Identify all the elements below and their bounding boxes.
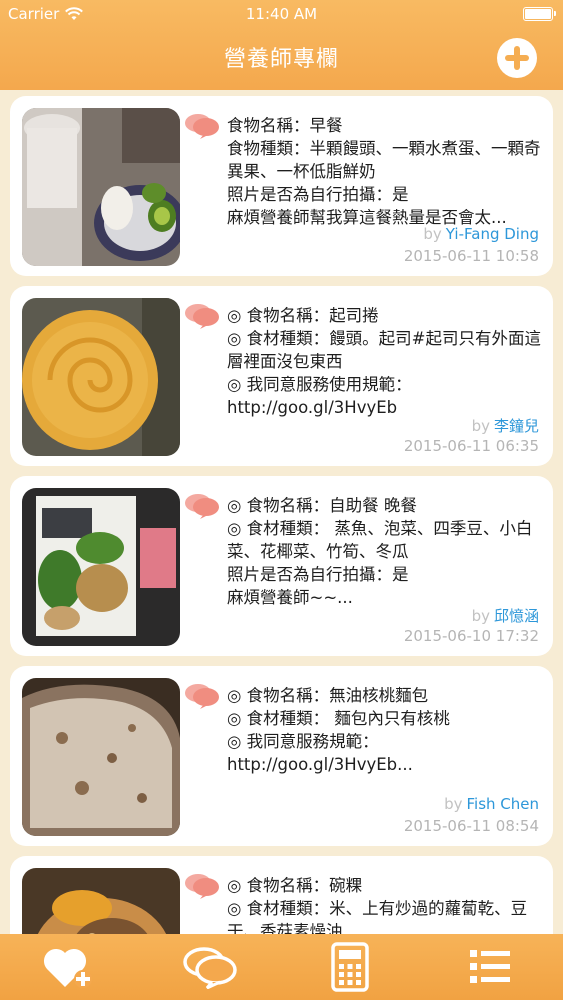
plus-icon	[505, 46, 529, 70]
calculator-icon	[331, 942, 369, 992]
tab-bar	[0, 934, 563, 1000]
food-photo[interactable]	[22, 678, 180, 836]
post-card[interactable]: ◎ 食物名稱：無油核桃麵包 ◎ 食材種類： 麵包內只有核桃 ◎ 我同意服務規範：…	[10, 666, 553, 846]
comment-icon	[185, 494, 219, 519]
comment-icon	[185, 684, 219, 709]
post-card[interactable]: ◎ 食物名稱：碗粿 ◎ 食材種類：米、上有炒過的蘿蔔乾、豆干、香菇素燥油	[10, 856, 553, 934]
post-card[interactable]: ◎ 食物名稱：起司捲 ◎ 食材種類：饅頭。起司#起司只有外面這層裡面沒包東西 ◎…	[10, 286, 553, 466]
comment-icon	[185, 304, 219, 329]
by-label: by	[471, 417, 490, 435]
list-icon	[470, 950, 510, 983]
food-photo[interactable]	[22, 108, 180, 266]
post-date: 2015-06-11 10:58	[403, 247, 539, 265]
comment-icon	[185, 874, 219, 899]
by-label: by	[423, 225, 442, 243]
tab-list[interactable]	[460, 941, 520, 993]
heart-plus-icon	[43, 948, 92, 988]
tab-messages[interactable]	[180, 941, 240, 993]
battery-icon	[523, 7, 556, 21]
food-photo[interactable]	[22, 868, 180, 934]
status-bar: Carrier 11:40 AM	[0, 0, 563, 28]
author-line: by Fish Chen	[444, 795, 539, 813]
author-line: by Yi-Fang Ding	[423, 225, 539, 243]
by-label: by	[444, 795, 463, 813]
post-date: 2015-06-11 06:35	[403, 437, 539, 455]
post-list[interactable]: 食物名稱：早餐 食物種類：半顆饅頭、一顆水煮蛋、一顆奇異果、一杯低脂鮮奶 照片是…	[10, 96, 553, 934]
author-line: by 邱憶涵	[472, 605, 539, 626]
comment-icon	[185, 114, 219, 139]
post-card[interactable]: ◎ 食物名稱：自助餐 晚餐 ◎ 食材種類： 蒸魚、泡菜、四季豆、小白菜、花椰菜、…	[10, 476, 553, 656]
post-card[interactable]: 食物名稱：早餐 食物種類：半顆饅頭、一顆水煮蛋、一顆奇異果、一杯低脂鮮奶 照片是…	[10, 96, 553, 276]
post-description: ◎ 食物名稱：碗粿 ◎ 食材種類：米、上有炒過的蘿蔔乾、豆干、香菇素燥油	[227, 876, 528, 934]
add-post-button[interactable]	[497, 38, 537, 78]
navigation-header: Carrier 11:40 AM 營養師專欄	[0, 0, 563, 90]
author-link[interactable]: 李鐘兒	[494, 417, 539, 435]
post-description: ◎ 食物名稱：自助餐 晚餐 ◎ 食材種類： 蒸魚、泡菜、四季豆、小白菜、花椰菜、…	[227, 496, 533, 607]
by-label: by	[471, 607, 490, 625]
tab-favorites[interactable]	[38, 941, 98, 993]
tab-calculator[interactable]	[320, 941, 380, 993]
author-link[interactable]: Fish Chen	[466, 795, 539, 813]
food-photo[interactable]	[22, 488, 180, 646]
post-date: 2015-06-10 17:32	[403, 627, 539, 645]
author-link[interactable]: Yi-Fang Ding	[446, 225, 539, 243]
author-line: by 李鐘兒	[472, 415, 539, 436]
post-date: 2015-06-11 08:54	[403, 817, 539, 835]
author-link[interactable]: 邱憶涵	[494, 607, 539, 625]
status-time: 11:40 AM	[245, 5, 318, 23]
post-description: ◎ 食物名稱：起司捲 ◎ 食材種類：饅頭。起司#起司只有外面這層裡面沒包東西 ◎…	[227, 306, 541, 417]
post-description: ◎ 食物名稱：無油核桃麵包 ◎ 食材種類： 麵包內只有核桃 ◎ 我同意服務規範：…	[227, 686, 450, 774]
page-title: 營養師專欄	[223, 47, 339, 72]
food-photo[interactable]	[22, 298, 180, 456]
chat-bubbles-icon	[183, 947, 237, 989]
post-description: 食物名稱：早餐 食物種類：半顆饅頭、一顆水煮蛋、一顆奇異果、一杯低脂鮮奶 照片是…	[227, 116, 541, 227]
